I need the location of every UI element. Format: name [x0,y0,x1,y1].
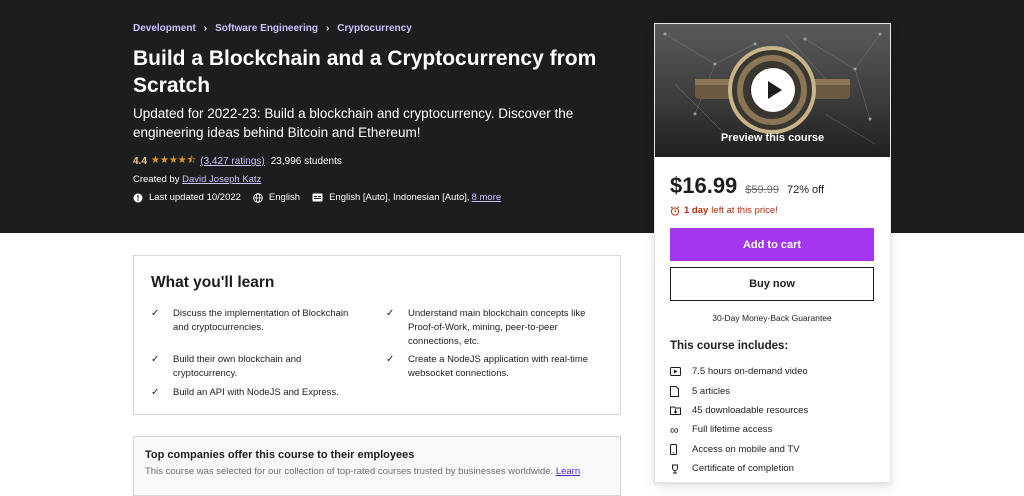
add-to-cart-button[interactable]: Add to cart [670,228,874,261]
current-price: $16.99 [670,173,738,198]
learn-item: ✓ Create a NodeJS application with real-… [386,353,601,381]
rating-row: 4.4 ★★★★⯪ (3,427 ratings) 23,996 student… [133,153,342,170]
alert-badge-icon [133,193,143,202]
learn-item: ✓ Discuss the implementation of Blockcha… [151,307,366,335]
instructor-link[interactable]: David Joseph Katz [182,174,261,185]
learn-item: ✓ Understand main blockchain concepts li… [386,307,601,349]
sale-timer: 1 day left at this price! [670,205,778,216]
created-by: Created by David Joseph Katz [133,174,261,185]
chevron-right-icon: › [203,23,208,34]
include-label: 45 downloadable resources [692,404,809,416]
learn-item-text: Understand main blockchain concepts like… [408,308,586,347]
learn-item-text: Build their own blockchain and cryptocur… [173,354,302,379]
preview-label: Preview this course [720,132,825,144]
list-item: 7.5 hours on-demand video [670,362,808,381]
timer-text: left at this price! [711,205,778,216]
file-icon [670,385,679,397]
check-icon: ✓ [151,308,160,319]
video-icon [670,367,681,377]
list-item: Access on mobile and TV [670,440,808,459]
closed-captions-icon [312,193,323,202]
list-item: 5 articles [670,381,808,400]
language-text: English [268,192,301,203]
breadcrumb-cryptocurrency[interactable]: Cryptocurrency [337,23,411,34]
companies-text: This course was selected for our collect… [145,466,580,477]
last-updated: Last updated 10/2022 [133,192,241,203]
check-icon: ✓ [151,354,160,365]
star-rating-icon: ★★★★⯪ [150,155,197,166]
what-you-will-learn: What you'll learn ✓ Discuss the implemen… [133,255,621,415]
list-item: ∞ Full lifetime access [670,420,808,439]
course-title: Build a Blockchain and a Cryptocurrency … [133,47,597,97]
price-row: $16.99 $59.99 72% off [670,173,824,199]
course-meta: Last updated 10/2022 English English [Au… [133,192,513,203]
infinity-icon: ∞ [670,422,679,437]
check-icon: ✓ [386,308,395,319]
last-updated-text: Last updated 10/2022 [149,192,241,203]
ratings-count-link[interactable]: (3,427 ratings) [200,156,264,167]
include-label: Full lifetime access [692,424,773,436]
trophy-icon [672,464,678,474]
check-icon: ✓ [386,354,395,365]
list-item: 45 downloadable resources [670,401,808,420]
language: English [253,192,300,203]
money-back-guarantee: 30-Day Money-Back Guarantee [712,313,832,323]
course-subtitle: Updated for 2022-23: Build a blockchain … [133,106,574,140]
list-item: Certificate of completion [670,459,808,478]
learn-item-text: Build an API with NodeJS and Express. [173,387,339,398]
check-icon: ✓ [151,387,160,398]
learn-more-link[interactable]: Learn [556,466,580,477]
timer-bold: 1 day [684,205,709,216]
captions-text: English [Auto], Indonesian [Auto], [329,192,470,203]
top-companies-banner: Top companies offer this course to their… [133,436,621,496]
students-count: 23,996 students [270,156,342,167]
breadcrumb: Development › Software Engineering › Cry… [133,23,412,34]
learn-item: ✓ Build an API with NodeJS and Express. [151,386,381,400]
download-icon [670,406,681,416]
include-label: Access on mobile and TV [692,443,800,455]
include-label: Certificate of completion [692,463,794,475]
created-by-label: Created by [133,174,180,185]
discount-percent: 72% off [786,184,825,196]
breadcrumb-software-engineering[interactable]: Software Engineering [215,23,318,34]
play-icon[interactable] [750,67,796,113]
companies-description: This course was selected for our collect… [145,466,554,477]
chevron-right-icon: › [325,23,330,34]
course-preview-video[interactable]: Preview this course [655,24,890,157]
globe-icon [253,192,263,203]
original-price: $59.99 [745,184,779,196]
include-label: 7.5 hours on-demand video [692,366,808,378]
alarm-clock-icon [670,205,680,216]
includes-list: 7.5 hours on-demand video 5 articles 45 … [670,362,808,478]
companies-title: Top companies offer this course to their… [145,449,415,461]
learn-item-text: Discuss the implementation of Blockchain… [173,308,349,333]
breadcrumb-development[interactable]: Development [133,23,196,34]
rating-number: 4.4 [133,156,147,167]
learn-item: ✓ Build their own blockchain and cryptoc… [151,353,366,381]
more-captions-link[interactable]: 8 more [472,192,502,203]
buy-now-button[interactable]: Buy now [670,267,874,301]
mobile-icon [670,443,677,455]
learn-item-text: Create a NodeJS application with real-ti… [408,354,589,379]
include-label: 5 articles [692,385,731,397]
captions: English [Auto], Indonesian [Auto], 8 mor… [312,192,501,203]
learn-title: What you'll learn [151,274,275,291]
includes-title: This course includes: [670,340,789,352]
